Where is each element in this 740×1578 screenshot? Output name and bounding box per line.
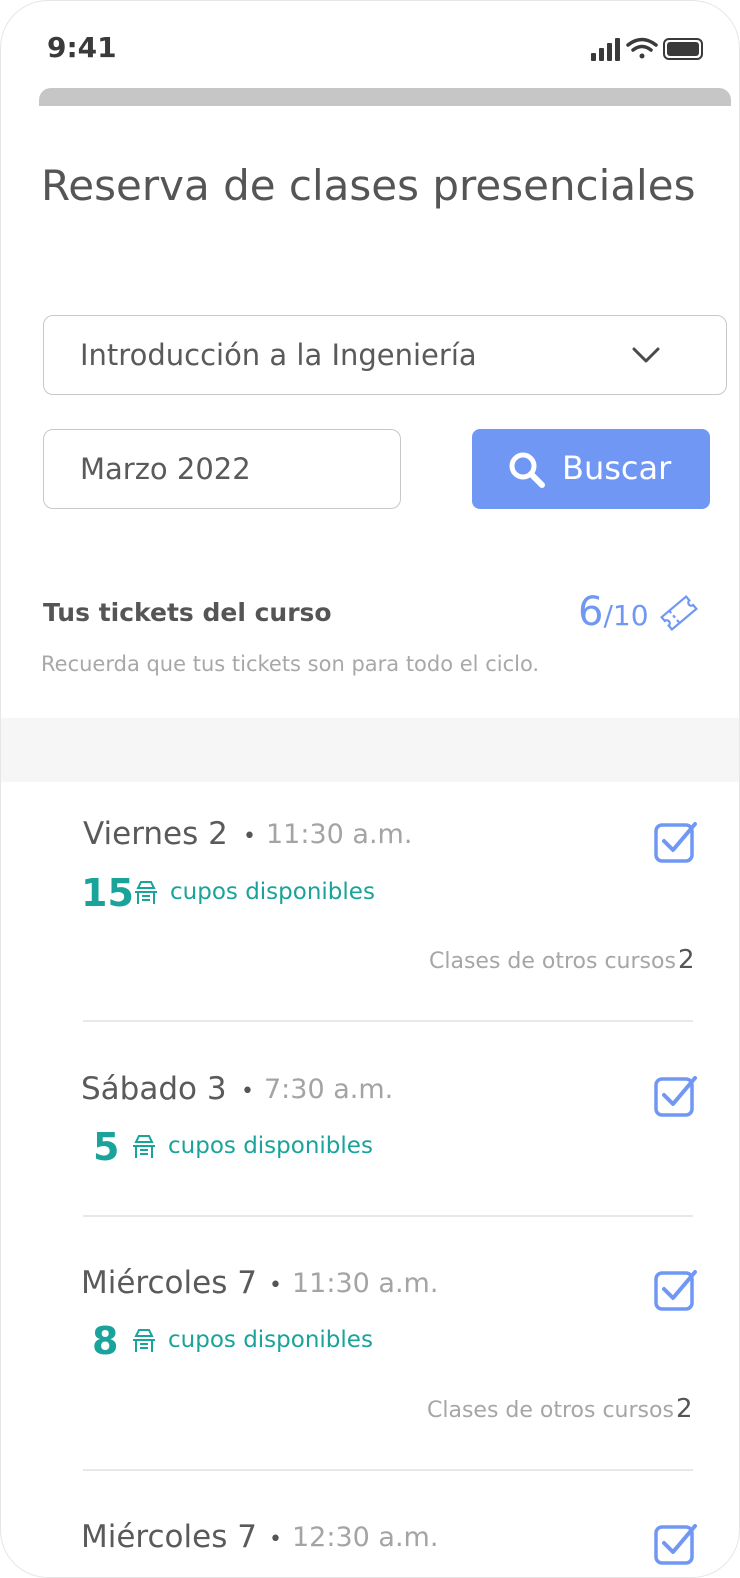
class-day: Sábado 3 [81,1071,227,1107]
class-time: 7:30 a.m. [264,1074,394,1105]
phone-frame: 9:41 Reserva de clases presenciales Intr… [0,0,740,1578]
status-icons [591,37,705,61]
status-time: 9:41 [47,31,117,64]
seats-label: cupos disponibles [168,1327,373,1353]
class-time: 11:30 a.m. [292,1268,439,1299]
seats-label: cupos disponibles [170,879,375,905]
list-divider [83,1020,693,1022]
search-button-label: Buscar [562,449,672,487]
battery-icon [663,38,703,60]
tickets-title: Tus tickets del curso [43,598,332,627]
checkbox-checked-icon[interactable] [654,1075,698,1117]
desk-icon [133,1329,155,1352]
list-divider [83,1215,693,1217]
page-title: Reserva de clases presenciales [41,161,696,210]
search-icon [509,452,545,488]
other-classes-count: 2 [676,1394,693,1424]
class-time: 11:30 a.m. [266,819,413,850]
class-day: Viernes 2 [83,816,228,852]
list-divider [83,1469,693,1471]
tickets-total: /10 [603,599,649,632]
ticket-icon [660,595,698,631]
other-classes-label: Clases de otros cursos [427,1398,674,1423]
checkbox-checked-icon[interactable] [654,1269,698,1311]
chevron-down-icon [632,347,660,363]
seats-label: cupos disponibles [168,1133,373,1159]
checkbox-checked-icon[interactable] [654,1523,698,1565]
checkbox-checked-icon[interactable] [654,821,698,863]
other-classes-count: 2 [678,945,695,975]
tickets-note: Recuerda que tus tickets son para todo e… [41,652,540,676]
month-input[interactable]: Marzo 2022 [43,429,401,509]
section-divider [1,718,739,782]
search-button[interactable]: Buscar [472,429,710,509]
signal-icon [591,38,620,61]
course-select-value: Introducción a la Ingeniería [80,338,477,372]
seats-count: 5 [93,1125,120,1169]
tickets-count: 6/10 [578,589,649,635]
class-day: Miércoles 7 [81,1519,257,1555]
separator-dot: • [243,824,256,849]
separator-dot: • [269,1273,282,1298]
course-select[interactable]: Introducción a la Ingeniería [43,315,727,395]
class-day: Miércoles 7 [81,1265,257,1301]
wifi-icon [626,37,658,59]
month-input-value: Marzo 2022 [80,452,251,486]
seats-count: 15 [81,871,134,915]
other-classes-label: Clases de otros cursos [429,949,676,974]
desk-icon [133,1135,155,1158]
separator-dot: • [241,1079,254,1104]
desk-icon [135,881,157,904]
header-bar [39,88,731,106]
class-time: 12:30 a.m. [292,1522,439,1553]
separator-dot: • [269,1527,282,1552]
tickets-used: 6 [578,589,604,635]
seats-count: 8 [92,1319,119,1363]
